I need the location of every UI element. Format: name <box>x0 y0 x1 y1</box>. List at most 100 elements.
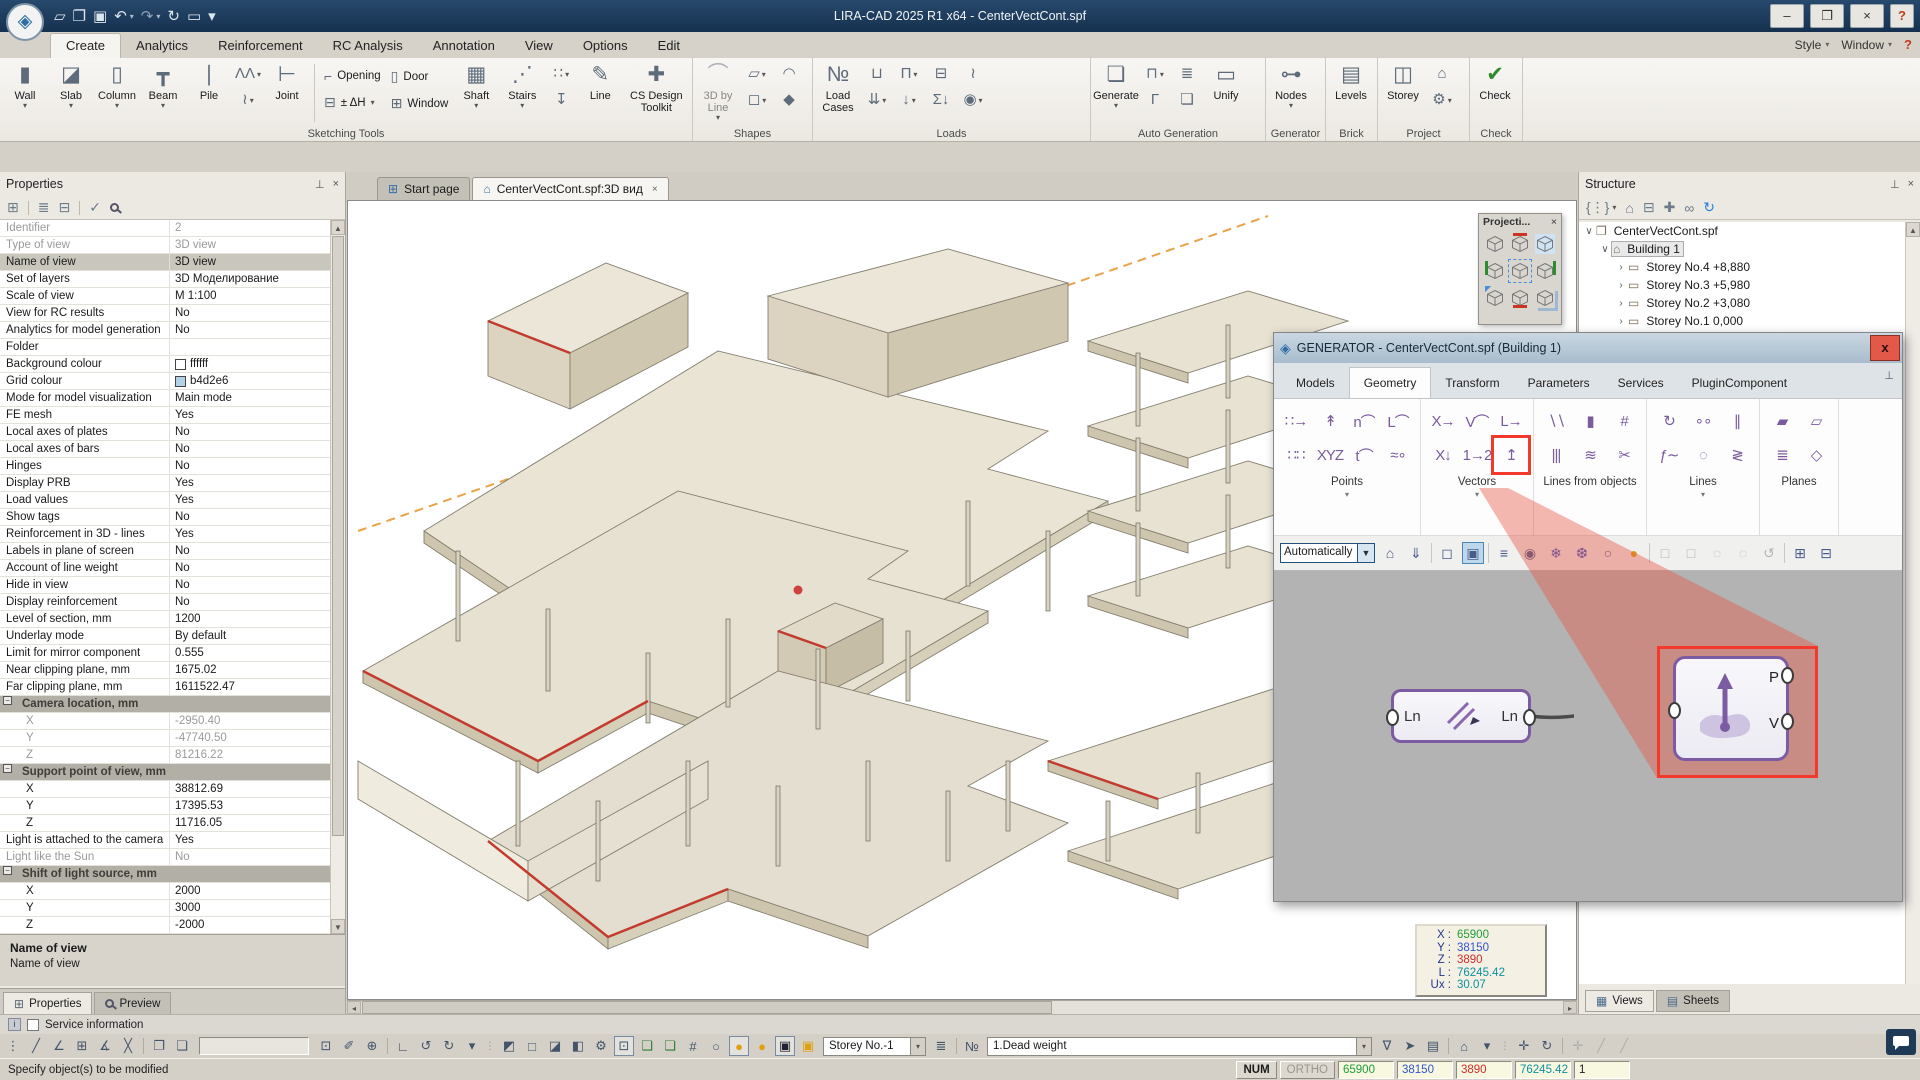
select-lasso-icon[interactable]: □ <box>1680 542 1702 564</box>
property-value[interactable]: 0.555 <box>170 645 345 661</box>
property-value[interactable]: -2950.40 <box>170 713 345 729</box>
anchor-level-button[interactable]: ↧ <box>555 92 568 108</box>
property-value[interactable]: Yes <box>170 832 345 848</box>
project-settings-button[interactable]: ⚙▾ <box>1432 92 1451 108</box>
ribbon-tab-edit[interactable]: Edit <box>643 34 695 58</box>
lines-curves-icon[interactable]: ≋ <box>1573 438 1607 472</box>
refresh-icon[interactable]: ↻ <box>1703 199 1715 216</box>
bench-mark-button[interactable]: ⊓▾ <box>1146 66 1164 82</box>
filter-pin-icon[interactable]: ∇ <box>1377 1036 1397 1056</box>
planes-stack-icon[interactable]: ≣ <box>1765 438 1799 472</box>
properties-scrollbar[interactable]: ▲ ▼ <box>330 220 345 934</box>
property-value[interactable]: Yes <box>170 526 345 542</box>
horizontal-scrollbar[interactable]: ◂ ▸ <box>347 1000 1577 1014</box>
chevron-down-icon[interactable]: ▾ <box>474 102 478 110</box>
load-cases-button[interactable]: №Load Cases <box>816 60 860 114</box>
check-button[interactable]: ✔Check <box>1473 60 1517 102</box>
find-icon[interactable]: ∞ <box>1684 200 1694 216</box>
chevron-down-icon[interactable]: ▾ <box>716 114 720 122</box>
crane-button[interactable]: Γ <box>1151 92 1159 108</box>
shape-box-button[interactable]: ◻▾ <box>748 92 766 108</box>
bulb-extra-icon[interactable]: ● <box>752 1036 772 1056</box>
chevron-down-icon[interactable]: ▾ <box>23 102 27 110</box>
view-top-icon[interactable] <box>1508 230 1533 257</box>
property-value[interactable]: Yes <box>170 492 345 508</box>
property-value[interactable]: No <box>170 543 345 559</box>
property-value[interactable]: No <box>170 560 345 576</box>
chevron-down-icon[interactable]: ▾ <box>1701 490 1705 499</box>
tree-caret-icon[interactable]: ∨ <box>1583 226 1595 237</box>
ribbon-tab-view[interactable]: View <box>510 34 568 58</box>
snap-grid-icon[interactable]: ⊞ <box>72 1036 92 1056</box>
chevron-down-icon[interactable]: ▾ <box>161 102 165 110</box>
close-icon[interactable]: × <box>333 178 339 190</box>
slash-disabled-icon[interactable]: ╱ <box>1591 1036 1611 1056</box>
structure-scrollbar[interactable]: ▲ <box>1905 222 1920 984</box>
generate-button[interactable]: ❏Generate▾ <box>1094 60 1138 110</box>
view-box-solid-icon[interactable]: ◩ <box>499 1036 519 1056</box>
tab-properties[interactable]: ⊞Properties <box>3 992 92 1014</box>
shaft-button[interactable]: ▦Shaft▾ <box>454 60 498 110</box>
chevron-down-icon[interactable]: ▾ <box>520 102 524 110</box>
slab-button[interactable]: ◪Slab▾ <box>49 60 93 110</box>
storey-button[interactable]: ◫Storey <box>1381 60 1425 102</box>
generator-close-button[interactable]: x <box>1870 335 1900 361</box>
chevron-down-icon[interactable]: ▾ <box>913 70 917 79</box>
plane-vector-icon[interactable]: ▱ <box>1799 404 1833 438</box>
property-value[interactable]: No <box>170 305 345 321</box>
chevron-down-icon[interactable]: ▾ <box>115 102 119 110</box>
scroll-thumb[interactable] <box>332 236 344 836</box>
minimize-button[interactable]: – <box>1770 4 1804 28</box>
snap-line-icon[interactable]: ╱ <box>26 1036 46 1056</box>
chevron-down-icon[interactable]: ▼ <box>1358 543 1375 563</box>
add-view-icon[interactable]: ✚ <box>1664 199 1676 216</box>
service-info-checkbox[interactable] <box>27 1019 39 1031</box>
storey-select[interactable]: Storey No.-1▾ <box>823 1037 926 1056</box>
cs-design-toolkit-button[interactable]: ✚CS Design Toolkit <box>624 60 688 114</box>
delta-h-button[interactable]: ⊟± ΔH▾ <box>324 94 381 111</box>
storey-book-up-icon[interactable]: ❏ <box>637 1036 657 1056</box>
property-value[interactable]: No <box>170 509 345 525</box>
script-books-button[interactable]: ❏ <box>1180 92 1193 108</box>
property-value[interactable]: No <box>170 849 345 865</box>
bulb-on-icon[interactable]: ● <box>729 1036 749 1056</box>
apply-house-icon[interactable]: ⌂ <box>1454 1036 1474 1056</box>
property-value[interactable]: No <box>170 458 345 474</box>
points-by-xyz-icon[interactable]: ↟ <box>1313 404 1347 438</box>
stairs-button[interactable]: ⋰Stairs▾ <box>500 60 544 110</box>
ribbon-tab-reinforcement[interactable]: Reinforcement <box>203 34 318 58</box>
box-bulb-icon[interactable]: ▣ <box>775 1036 795 1056</box>
points-on-surface-icon[interactable]: ≈∘ <box>1381 438 1415 472</box>
circle-points-icon[interactable]: ◌ <box>1686 438 1720 472</box>
tab-views[interactable]: ▦Views <box>1585 990 1654 1012</box>
wireframe-view-icon[interactable]: ◻ <box>1436 542 1458 564</box>
house-project-button[interactable]: ⌂ <box>1437 66 1446 82</box>
storey-list-icon[interactable]: ≣ <box>931 1036 951 1056</box>
unify-button[interactable]: ▭Unify <box>1204 60 1248 102</box>
loadcase-select[interactable]: 1.Dead weight▾ <box>987 1037 1372 1056</box>
select-ellipse-icon[interactable]: ◌ <box>1732 542 1754 564</box>
draw-axis-icon[interactable]: ✐ <box>339 1036 359 1056</box>
tab-preview[interactable]: Preview <box>94 992 171 1014</box>
door-button[interactable]: ▯Door <box>391 68 449 85</box>
property-value[interactable]: 81216.22 <box>170 747 345 763</box>
property-value[interactable]: 38812.69 <box>170 781 345 797</box>
generator-tab-geometry[interactable]: Geometry <box>1349 367 1432 398</box>
close-icon[interactable]: × <box>1908 178 1914 190</box>
property-value[interactable]: 1675.02 <box>170 662 345 678</box>
tree-caret-icon[interactable]: › <box>1615 262 1627 273</box>
property-value[interactable]: Yes <box>170 407 345 423</box>
chevron-down-icon[interactable]: ▾ <box>762 96 766 105</box>
freeze-icon[interactable]: ❄ <box>1545 542 1567 564</box>
storey-view-icon[interactable]: ⊟ <box>1643 199 1655 216</box>
paste-props-icon[interactable]: ❏ <box>172 1036 192 1056</box>
load-dynamic-button[interactable]: ≀ <box>970 66 976 82</box>
generator-tab-transform[interactable]: Transform <box>1431 368 1513 398</box>
snap-angle-icon[interactable]: ∡ <box>95 1036 115 1056</box>
chevron-down-icon[interactable]: ▾ <box>912 96 916 105</box>
apply-icon[interactable]: ✓ <box>89 199 101 216</box>
bulb-off-icon[interactable]: ○ <box>1597 542 1619 564</box>
pan-icon[interactable]: ✛ <box>1514 1036 1534 1056</box>
more-arrow[interactable]: ▾ <box>462 1036 482 1056</box>
property-value[interactable]: 1200 <box>170 611 345 627</box>
